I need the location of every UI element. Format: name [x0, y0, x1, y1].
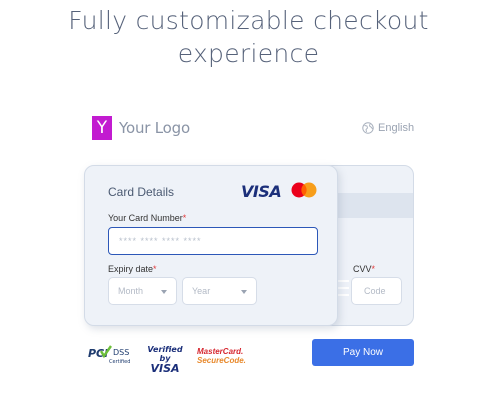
cvv-input[interactable]: Code	[351, 277, 402, 305]
card-number-label: Your Card Number*	[108, 213, 187, 223]
mcsc-line1: MasterCard.	[197, 347, 244, 356]
visa-logo: VISA	[241, 182, 282, 201]
card-number-input[interactable]: **** **** **** ****	[108, 227, 318, 255]
pay-now-button[interactable]: Pay Now	[312, 339, 414, 366]
year-select[interactable]: Year	[182, 277, 257, 305]
year-placeholder: Year	[192, 286, 211, 296]
globe-icon	[362, 122, 374, 134]
mastercard-logo	[291, 182, 317, 198]
pci-certified-text: Certified	[109, 359, 130, 365]
cvv-label: CVV*	[353, 264, 376, 274]
mastercard-securecode-badge: MasterCard. SecureCode.	[197, 347, 246, 365]
card-front: Card Details VISA Your Card Number* ****…	[84, 165, 338, 326]
vbv-line1: Verified by	[147, 345, 183, 363]
page-headline: Fully customizable checkout experience	[68, 6, 429, 68]
card-details-title: Card Details	[108, 185, 175, 199]
dss-text: DSS	[113, 348, 129, 357]
language-selector[interactable]: English	[362, 122, 414, 134]
pci-dss-badge: PCI DSS Certified	[88, 345, 130, 365]
verified-by-visa-badge: Verified by VISA	[143, 345, 187, 375]
mcsc-line2: SecureCode.	[197, 356, 246, 365]
language-label: English	[378, 122, 415, 134]
vbv-line2: VISA	[150, 362, 180, 375]
expiry-label: Expiry date*	[108, 264, 157, 274]
logo-text: Your Logo	[119, 119, 190, 137]
month-select[interactable]: Month	[108, 277, 177, 305]
chevron-down-icon	[241, 290, 247, 294]
month-placeholder: Month	[118, 286, 144, 296]
chevron-down-icon	[161, 290, 167, 294]
logo-mark: Y	[92, 116, 112, 140]
brand-logo: Y Your Logo	[92, 116, 190, 140]
